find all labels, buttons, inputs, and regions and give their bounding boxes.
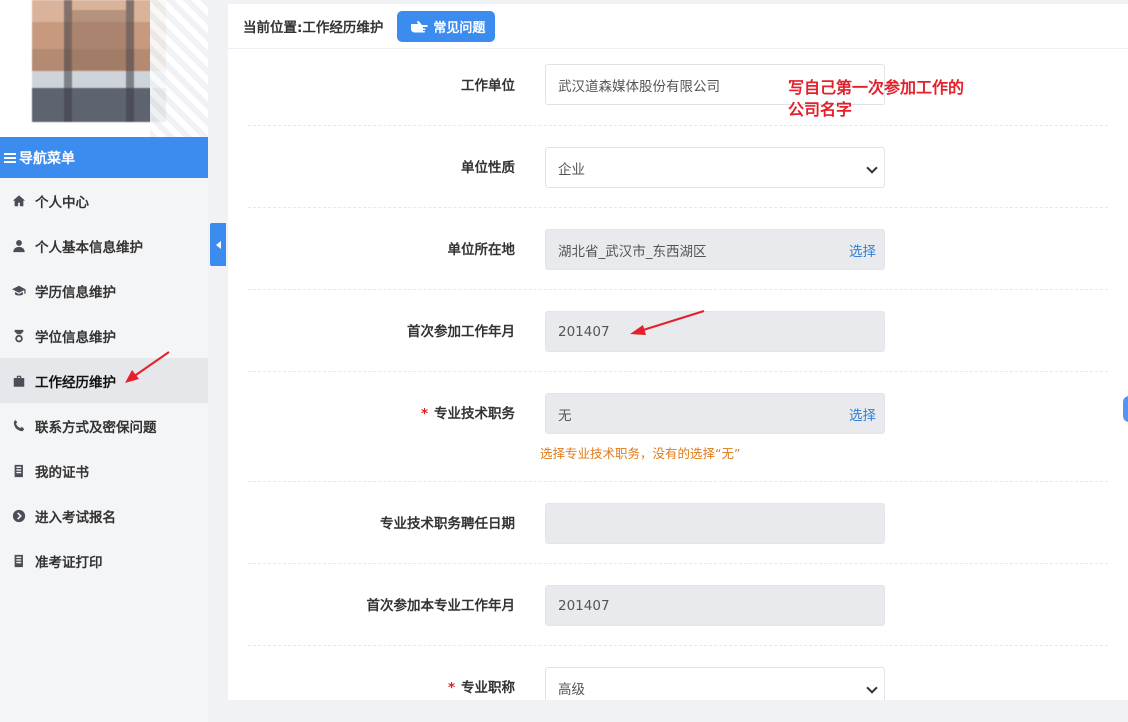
form-row-appoint-date: 专业技术职务聘任日期 (248, 482, 1108, 564)
sidebar-item-degree[interactable]: 学位信息维护 (0, 313, 208, 358)
location-field: 湖北省_武汉市_东西湖区 选择 (545, 229, 885, 270)
sidebar-item-basic-info[interactable]: 个人基本信息维护 (0, 223, 208, 268)
sidebar-item-work-experience[interactable]: 工作经历维护 (0, 358, 208, 403)
tech-title-hint: 选择专业技术职务，没有的选择“无” (540, 446, 741, 461)
user-icon (11, 238, 27, 254)
nav-list: 个人中心 个人基本信息维护 学历信息维护 学位信息维护 工作经历维护 联系方式及… (0, 178, 208, 583)
sidebar: 导航菜单 个人中心 个人基本信息维护 学历信息维护 学位信息维护 工作经历维护 … (0, 0, 208, 722)
form-row-first-prof-month: 首次参加本专业工作年月 201407 (248, 564, 1108, 646)
sidebar-item-label: 进入考试报名 (35, 509, 116, 526)
faq-button[interactable]: 常见问题 (397, 10, 496, 42)
first-work-month-field: 201407 (545, 311, 885, 352)
sidebar-item-contact[interactable]: 联系方式及密保问题 (0, 403, 208, 448)
sidebar-item-education[interactable]: 学历信息维护 (0, 268, 208, 313)
home-icon (11, 193, 27, 209)
medal-icon (11, 328, 27, 344)
sidebar-item-label: 个人中心 (35, 194, 89, 211)
prof-rank-label: * 专业职称 (447, 680, 515, 696)
annotation-note: 写自己第一次参加工作的 公司名字 (788, 78, 965, 119)
graduation-cap-icon (11, 283, 27, 299)
floating-widget[interactable] (1123, 396, 1128, 422)
prof-rank-select[interactable]: 高级 (545, 667, 885, 700)
sidebar-item-label: 学位信息维护 (35, 329, 116, 346)
tech-title-field: 无 选择 (545, 393, 885, 434)
briefcase-icon (11, 373, 27, 389)
sidebar-collapse-button[interactable] (210, 223, 226, 266)
pointing-hand-icon (411, 20, 429, 33)
first-prof-month-field: 201407 (545, 585, 885, 626)
company-type-select[interactable]: 企业 (545, 147, 885, 188)
sidebar-item-personal-center[interactable]: 个人中心 (0, 178, 208, 223)
sidebar-item-label: 联系方式及密保问题 (35, 419, 157, 436)
sidebar-item-label: 我的证书 (35, 464, 89, 481)
nav-header-label: 导航菜单 (19, 150, 75, 167)
location-label: 单位所在地 (447, 242, 516, 258)
main-panel: 当前位置:工作经历维护 常见问题 工作单位 武汉道森媒体股份有限公司 单位性质 … (228, 4, 1128, 700)
sidebar-item-exam-registration[interactable]: 进入考试报名 (0, 493, 208, 538)
form-row-company: 工作单位 武汉道森媒体股份有限公司 (248, 49, 1108, 126)
form-row-prof-rank: * 专业职称 高级 (248, 646, 1108, 700)
sidebar-item-label: 准考证打印 (35, 554, 103, 571)
tech-title-label: * 专业技术职务 (420, 406, 515, 422)
topbar: 当前位置:工作经历维护 常见问题 (228, 4, 1128, 49)
sidebar-item-certificates[interactable]: 我的证书 (0, 448, 208, 493)
book-icon (11, 463, 27, 479)
avatar-photo (32, 0, 166, 122)
phone-icon (11, 418, 27, 434)
menu-icon (4, 152, 16, 163)
first-prof-month-label: 首次参加本专业工作年月 (366, 598, 516, 614)
appoint-date-label: 专业技术职务聘任日期 (380, 516, 515, 532)
first-work-month-label: 首次参加工作年月 (407, 324, 515, 340)
breadcrumb: 当前位置:工作经历维护 (243, 20, 384, 36)
tech-title-select-link[interactable]: 选择 (849, 404, 876, 424)
arrow-circle-icon (11, 508, 27, 524)
location-select-link[interactable]: 选择 (849, 240, 876, 260)
nav-header: 导航菜单 (0, 137, 208, 178)
form-row-tech-title: * 专业技术职务 无 选择 选择专业技术职务，没有的选择“无” (248, 372, 1108, 482)
company-type-label: 单位性质 (461, 160, 515, 176)
sidebar-item-admission-ticket[interactable]: 准考证打印 (0, 538, 208, 583)
company-label: 工作单位 (461, 78, 515, 94)
form-row-location: 单位所在地 湖北省_武汉市_东西湖区 选择 (248, 208, 1108, 290)
form-row-first-work-month: 首次参加工作年月 201407 (248, 290, 1108, 372)
sidebar-item-label: 学历信息维护 (35, 284, 116, 301)
avatar (0, 0, 208, 137)
form-row-company-type: 单位性质 企业 (248, 126, 1108, 208)
sidebar-item-label: 个人基本信息维护 (35, 239, 143, 256)
sidebar-item-label: 工作经历维护 (35, 374, 116, 391)
appoint-date-field (545, 503, 885, 544)
print-book-icon (11, 553, 27, 569)
